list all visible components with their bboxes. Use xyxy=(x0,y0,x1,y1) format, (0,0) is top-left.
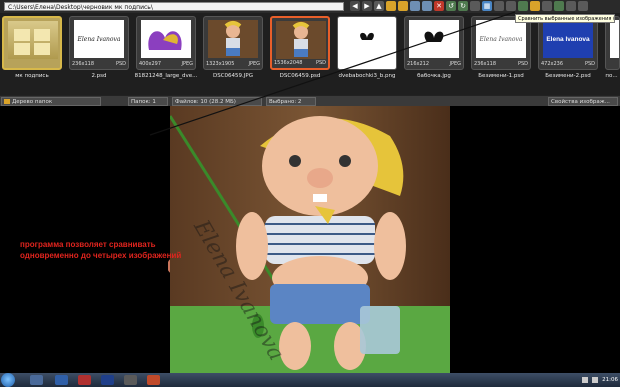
settings-icon[interactable] xyxy=(542,1,552,11)
partial-preview xyxy=(610,20,619,58)
thumbnail-name: 2.psd xyxy=(91,73,107,79)
sort-icon[interactable] xyxy=(578,1,588,11)
butterfly-art-preview xyxy=(141,20,191,58)
thumbnail-dsc06459-jpg[interactable]: 1323x1905 JPEG xyxy=(203,16,263,70)
system-tray: 21:06 xyxy=(582,373,618,387)
copy-icon[interactable] xyxy=(410,1,420,11)
thumbnail-bezimeni-2[interactable]: Elena Ivanova 472x236 PSD xyxy=(538,16,598,70)
up-icon[interactable]: ▲ xyxy=(374,1,384,11)
thumbnail-name: по... xyxy=(605,73,618,79)
ie-icon[interactable] xyxy=(55,375,68,385)
butterfly-icon xyxy=(424,31,444,42)
thumbnail-81821248[interactable]: 400x297 JPEG xyxy=(136,16,196,70)
address-field[interactable]: C:\Users\Елена\Desktop\черновик мк подпи… xyxy=(4,2,344,11)
doll-thumbnail-icon xyxy=(224,21,242,56)
thumbnail-babochka[interactable]: 216x212 JPEG xyxy=(404,16,464,70)
clock[interactable]: 21:06 xyxy=(602,377,618,383)
thumbnail-name: Безимени-1.psd xyxy=(478,73,524,79)
thumbnail-dvebabochki[interactable] xyxy=(337,16,397,70)
filter-icon[interactable] xyxy=(566,1,576,11)
photoshop-icon[interactable] xyxy=(101,375,114,385)
taskbar: 21:06 xyxy=(0,373,620,387)
annotation-text: программа позволяет сравнивать одновреме… xyxy=(20,240,182,260)
refresh-icon[interactable] xyxy=(554,1,564,11)
thumbnail-strip: мк подпись Elena Ivanova 236x118 PSD 2.ps… xyxy=(0,13,620,95)
files-count: Файлов: 10 (28.2 МБ) xyxy=(172,97,262,106)
folder-icon[interactable] xyxy=(386,1,396,11)
butterfly-icon xyxy=(360,32,374,40)
compare-images-icon[interactable]: ▦ xyxy=(482,1,492,11)
address-toolbar: C:\Users\Елена\Desktop\черновик мк подпи… xyxy=(0,0,620,14)
thumbnail-2-psd[interactable]: Elena Ivanova 236x118 PSD xyxy=(69,16,129,70)
delete-icon[interactable]: ✕ xyxy=(434,1,444,11)
butterflies-preview xyxy=(342,20,392,58)
slideshow-icon[interactable] xyxy=(470,1,480,11)
thumbnail-name: Безимени-2.psd xyxy=(545,73,591,79)
start-button[interactable] xyxy=(1,373,15,387)
thumbnail-name: dvebabochki3_b.png xyxy=(338,73,396,79)
back-icon[interactable]: ◀ xyxy=(350,1,360,11)
doll-photo-preview xyxy=(208,20,258,58)
elena-script-preview: Elena Ivanova xyxy=(476,20,526,58)
elena-blue-preview: Elena Ivanova xyxy=(543,20,593,58)
volume-icon[interactable] xyxy=(592,377,599,383)
rotate-right-icon[interactable]: ↻ xyxy=(458,1,468,11)
forward-icon[interactable]: ▶ xyxy=(362,1,372,11)
thumbnail-dsc06459-psd[interactable]: 1536x2048 PSD xyxy=(270,16,330,70)
folders-count: Папок: 1 xyxy=(128,97,168,106)
move-icon[interactable] xyxy=(422,1,432,11)
thumbnail-name: бабочка.jpg xyxy=(417,73,451,79)
folder-preview xyxy=(8,21,58,59)
print-icon[interactable] xyxy=(506,1,516,11)
folder-icon xyxy=(4,99,10,104)
edit-icon[interactable] xyxy=(494,1,504,11)
selected-count: Выбрано: 2 xyxy=(266,97,316,106)
rotate-left-icon[interactable]: ↺ xyxy=(446,1,456,11)
butterfly-art-icon xyxy=(148,31,182,50)
elena-script-preview: Elena Ivanova xyxy=(74,20,124,58)
opera-icon[interactable] xyxy=(78,375,91,385)
image-viewer: Elena Ivanova программа позволяет сравни… xyxy=(0,106,620,373)
thumbnail-name: DSC06459.JPG xyxy=(212,73,253,79)
network-icon[interactable] xyxy=(582,377,589,383)
new-folder-icon[interactable] xyxy=(398,1,408,11)
toolbar-icons: ◀ ▶ ▲ ✕ ↺ ↻ ▦ xyxy=(350,1,588,12)
thumbnail-name: мк подпись xyxy=(15,73,49,79)
thumbnail-folder-mk[interactable] xyxy=(2,16,62,70)
explorer-icon[interactable] xyxy=(30,375,43,385)
viewer-app-icon[interactable] xyxy=(147,375,160,385)
thumbnail-bezimeni-1[interactable]: Elena Ivanova 236x118 PSD xyxy=(471,16,531,70)
thumbnail-name: DSC06459.psd xyxy=(279,73,321,79)
butterfly-preview xyxy=(409,20,459,58)
thumbnail-name: 81821248_large_dve... xyxy=(134,73,198,79)
doll-photo-preview xyxy=(276,21,326,59)
app-icon[interactable] xyxy=(124,375,137,385)
doll-thumbnail-icon xyxy=(292,22,310,57)
image-properties-toggle[interactable]: Свойства изображ... xyxy=(548,97,618,106)
compare-tooltip: Сравнить выбранные изображения (до четыр… xyxy=(515,14,615,23)
wallpaper-icon[interactable] xyxy=(530,1,540,11)
main-photo: Elena Ivanova xyxy=(170,106,450,373)
email-icon[interactable] xyxy=(518,1,528,11)
folder-tree-toggle[interactable]: Дерево папок xyxy=(1,97,101,106)
thumbnail-partial[interactable] xyxy=(605,16,620,70)
